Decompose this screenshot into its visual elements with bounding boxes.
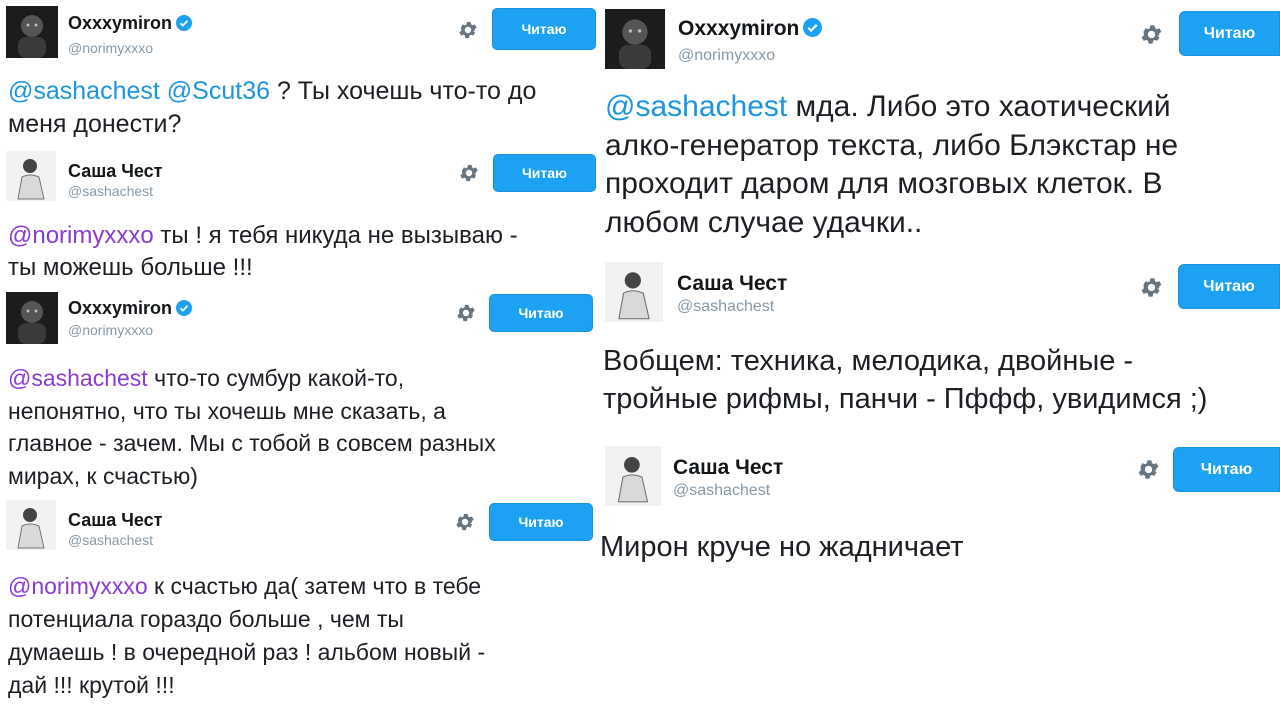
author-handle[interactable]: @sashachest <box>677 298 774 316</box>
mention-link[interactable]: @norimyxxxo <box>8 222 154 249</box>
verified-badge-icon <box>803 18 823 43</box>
oxxxy-avatar[interactable] <box>6 292 58 344</box>
sasha-avatar[interactable] <box>605 446 661 506</box>
tweet-header-2: Саша Чест @sashachest Читаю <box>6 151 596 207</box>
tweet-text-7: Мирон круче но жадничает <box>600 528 1280 567</box>
mention-link[interactable]: @norimyxxxo <box>8 573 148 599</box>
verified-badge-icon <box>176 300 193 321</box>
follow-button[interactable]: Читаю <box>1178 264 1280 309</box>
tweet-text-6: Вобщем: техника, мелодика, двойные - тро… <box>603 342 1280 419</box>
follow-button[interactable]: Читаю <box>1173 447 1280 492</box>
author-name[interactable]: Саша Чест <box>673 456 783 480</box>
dark-portrait-avatar-icon <box>6 6 58 58</box>
light-portrait-avatar-icon <box>6 500 56 550</box>
author-name[interactable]: Саша Чест <box>68 161 163 182</box>
sasha-avatar[interactable] <box>6 500 56 550</box>
gear-icon[interactable] <box>454 301 478 325</box>
author-handle[interactable]: @sashachest <box>68 183 153 199</box>
dark-portrait-avatar-icon <box>6 292 58 344</box>
tweet-header-1: Oxxxymiron @norimyxxxo Читаю <box>6 6 596 66</box>
gear-icon[interactable] <box>456 18 480 42</box>
author-handle[interactable]: @sashachest <box>68 532 153 548</box>
tweet-text-1: @sashachest @Scut36 ? Ты хочешь что-то д… <box>8 75 598 142</box>
oxxxy-avatar[interactable] <box>6 6 58 58</box>
gear-icon[interactable] <box>1137 273 1165 301</box>
mention-link[interactable]: @sashachest <box>605 90 787 123</box>
author-name[interactable]: Саша Чест <box>677 272 787 296</box>
tweet-body: Вобщем: техника, мелодика, двойные - тро… <box>603 345 1208 416</box>
follow-button[interactable]: Читаю <box>492 8 596 50</box>
dark-portrait-avatar-icon <box>605 9 665 69</box>
light-portrait-avatar-icon <box>605 448 661 504</box>
tweet-header-6: Саша Чест @sashachest Читаю <box>605 262 1280 326</box>
gear-icon[interactable] <box>457 161 481 185</box>
author-name[interactable]: Oxxxymiron <box>68 298 193 321</box>
author-handle[interactable]: @norimyxxxo <box>68 40 153 56</box>
sasha-avatar[interactable] <box>605 262 663 322</box>
tweet-text-4: @norimyxxxo к счастью да( затем что в те… <box>8 570 598 702</box>
gear-icon[interactable] <box>1137 20 1165 48</box>
tweet-header-4: Саша Чест @sashachest Читаю <box>6 500 596 556</box>
gear-icon[interactable] <box>453 510 477 534</box>
author-name[interactable]: Саша Чест <box>68 510 163 531</box>
author-name[interactable]: Oxxxymiron <box>68 13 193 36</box>
follow-button[interactable]: Читаю <box>489 294 593 332</box>
mention-link[interactable]: @sashachest <box>8 365 148 391</box>
tweet-text-2: @norimyxxxo ты ! я тебя никуда не вызыва… <box>8 220 598 284</box>
author-name[interactable]: Oxxxymiron <box>678 17 823 43</box>
tweet-text-3: @sashachest что-то сумбур какой-то, непо… <box>8 362 598 493</box>
author-handle[interactable]: @sashachest <box>673 482 770 500</box>
mention-link[interactable]: @Scut36 <box>167 77 270 105</box>
light-portrait-avatar-icon <box>605 263 663 321</box>
author-handle[interactable]: @norimyxxxo <box>68 322 153 338</box>
follow-button[interactable]: Читаю <box>1179 11 1280 56</box>
tweet-text-5: @sashachest мда. Либо это хаотический ал… <box>605 88 1280 243</box>
tweet-header-5: Oxxxymiron @norimyxxxo Читаю <box>605 9 1280 73</box>
light-portrait-avatar-icon <box>6 151 56 201</box>
sasha-avatar[interactable] <box>6 151 56 201</box>
gear-icon[interactable] <box>1134 455 1162 483</box>
tweet-body: Мирон круче но жадничает <box>600 531 964 563</box>
follow-button[interactable]: Читаю <box>489 503 593 541</box>
follow-button[interactable]: Читаю <box>493 154 596 192</box>
tweet-header-7: Саша Чест @sashachest Читаю <box>605 446 1280 510</box>
author-handle[interactable]: @norimyxxxo <box>678 47 775 65</box>
tweet-header-3: Oxxxymiron @norimyxxxo Читаю <box>6 292 596 348</box>
mention-link[interactable]: @sashachest <box>8 77 160 105</box>
verified-badge-icon <box>176 15 193 36</box>
oxxxy-avatar[interactable] <box>605 9 665 69</box>
